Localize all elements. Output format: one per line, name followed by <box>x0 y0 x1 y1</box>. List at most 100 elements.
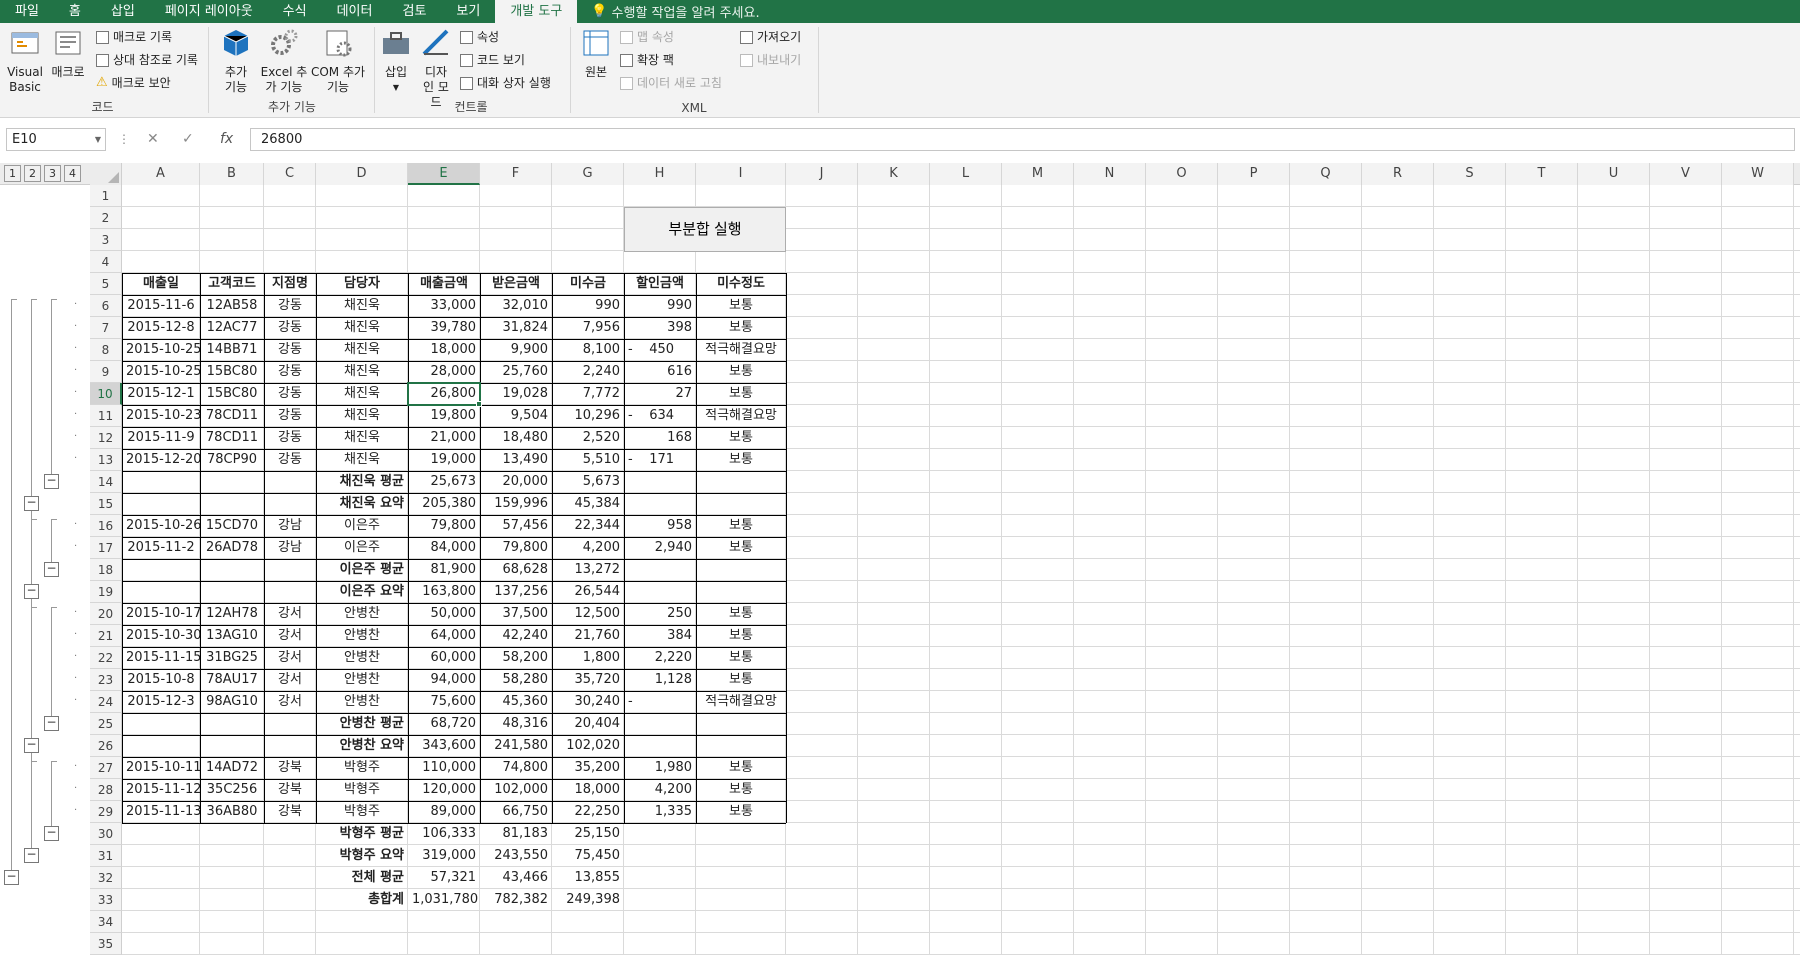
cell-G8[interactable]: 8,100 <box>552 339 624 361</box>
cell-D19[interactable]: 이은주 요약 <box>316 581 408 603</box>
cell-E18[interactable]: 81,900 <box>408 559 480 581</box>
cell-G33[interactable]: 249,398 <box>552 889 624 911</box>
row-header-17[interactable]: 17 <box>90 537 122 559</box>
cell-A20[interactable]: 2015-10-17 <box>122 603 200 625</box>
cell-G6[interactable]: 990 <box>552 295 624 317</box>
cell-B16[interactable]: 15CD70 <box>200 515 264 537</box>
tab-5[interactable]: 데이터 <box>322 0 388 23</box>
cell-I17[interactable]: 보통 <box>696 537 786 559</box>
row-header-15[interactable]: 15 <box>90 493 122 515</box>
cell-G31[interactable]: 75,450 <box>552 845 624 867</box>
cell-D7[interactable]: 채진욱 <box>316 317 408 339</box>
cell-D27[interactable]: 박형주 <box>316 757 408 779</box>
cell-I9[interactable]: 보통 <box>696 361 786 383</box>
cell-I12[interactable]: 보통 <box>696 427 786 449</box>
enter-icon[interactable]: ✓ <box>182 128 194 150</box>
cell-F28[interactable]: 102,000 <box>480 779 552 801</box>
cell-F8[interactable]: 9,900 <box>480 339 552 361</box>
cell-A9[interactable]: 2015-10-25 <box>122 361 200 383</box>
cell-H9[interactable]: 616 <box>624 361 696 383</box>
row-header-28[interactable]: 28 <box>90 779 122 801</box>
cell-H27[interactable]: 1,980 <box>624 757 696 779</box>
addins-button[interactable]: 추가 기능 <box>216 27 256 95</box>
insert-control-button[interactable]: 삽입 ▼ <box>378 27 414 95</box>
tab-8[interactable]: 개발 도구 <box>495 0 578 23</box>
cell-E12[interactable]: 21,000 <box>408 427 480 449</box>
collapse-level2-button[interactable]: − <box>24 738 39 753</box>
row-header-13[interactable]: 13 <box>90 449 122 471</box>
cell-D15[interactable]: 채진욱 요약 <box>316 493 408 515</box>
cell-D28[interactable]: 박형주 <box>316 779 408 801</box>
cell-B28[interactable]: 35C256 <box>200 779 264 801</box>
properties-button[interactable]: 속성 <box>460 27 499 47</box>
cell-F26[interactable]: 241,580 <box>480 735 552 757</box>
column-header-N[interactable]: N <box>1074 163 1146 185</box>
cell-F16[interactable]: 57,456 <box>480 515 552 537</box>
cell-G18[interactable]: 13,272 <box>552 559 624 581</box>
column-header-U[interactable]: U <box>1578 163 1650 185</box>
cell-C17[interactable]: 강남 <box>264 537 316 559</box>
cell-C11[interactable]: 강동 <box>264 405 316 427</box>
cell-H10[interactable]: 27 <box>624 383 696 405</box>
cell-I20[interactable]: 보통 <box>696 603 786 625</box>
cell-D30[interactable]: 박형주 평균 <box>316 823 408 845</box>
cell-I11[interactable]: 적극해결요망 <box>696 405 786 427</box>
cell-A13[interactable]: 2015-12-20 <box>122 449 200 471</box>
tab-2[interactable]: 삽입 <box>96 0 150 23</box>
cell-E19[interactable]: 163,800 <box>408 581 480 603</box>
row-header-30[interactable]: 30 <box>90 823 122 845</box>
cell-C13[interactable]: 강동 <box>264 449 316 471</box>
column-header-R[interactable]: R <box>1362 163 1434 185</box>
collapse-level3-button[interactable]: − <box>44 562 59 577</box>
row-header-21[interactable]: 21 <box>90 625 122 647</box>
select-all-corner[interactable] <box>90 163 122 185</box>
cell-C22[interactable]: 강서 <box>264 647 316 669</box>
cell-G9[interactable]: 2,240 <box>552 361 624 383</box>
tab-6[interactable]: 검토 <box>387 0 441 23</box>
cell-D6[interactable]: 채진욱 <box>316 295 408 317</box>
cell-G21[interactable]: 21,760 <box>552 625 624 647</box>
fill-handle[interactable] <box>476 401 482 407</box>
cell-H6[interactable]: 990 <box>624 295 696 317</box>
row-header-20[interactable]: 20 <box>90 603 122 625</box>
cell-E16[interactable]: 79,800 <box>408 515 480 537</box>
cell-G5[interactable]: 미수금 <box>552 273 624 295</box>
cell-D16[interactable]: 이은주 <box>316 515 408 537</box>
row-header-3[interactable]: 3 <box>90 229 122 251</box>
tab-0[interactable]: 파일 <box>0 0 54 23</box>
cell-F5[interactable]: 받은금액 <box>480 273 552 295</box>
cell-C24[interactable]: 강서 <box>264 691 316 713</box>
row-header-32[interactable]: 32 <box>90 867 122 889</box>
view-code-button[interactable]: 코드 보기 <box>460 50 525 70</box>
cell-D10[interactable]: 채진욱 <box>316 383 408 405</box>
cell-D21[interactable]: 안병찬 <box>316 625 408 647</box>
cell-B7[interactable]: 12AC77 <box>200 317 264 339</box>
com-addins-button[interactable]: COM 추가 기능 <box>310 27 366 95</box>
row-header-16[interactable]: 16 <box>90 515 122 537</box>
cell-A28[interactable]: 2015-11-12 <box>122 779 200 801</box>
cell-F14[interactable]: 20,000 <box>480 471 552 493</box>
cell-G15[interactable]: 45,384 <box>552 493 624 515</box>
cell-B5[interactable]: 고객코드 <box>200 273 264 295</box>
cell-E32[interactable]: 57,321 <box>408 867 480 889</box>
cell-B24[interactable]: 98AG10 <box>200 691 264 713</box>
insert-function-icon[interactable]: fx <box>220 128 233 150</box>
cell-E27[interactable]: 110,000 <box>408 757 480 779</box>
run-subtotal-button[interactable]: 부분합 실행 <box>624 207 786 252</box>
cell-H12[interactable]: 168 <box>624 427 696 449</box>
cell-F9[interactable]: 25,760 <box>480 361 552 383</box>
cell-A23[interactable]: 2015-10-8 <box>122 669 200 691</box>
cell-B11[interactable]: 78CD11 <box>200 405 264 427</box>
cell-D25[interactable]: 안병찬 평균 <box>316 713 408 735</box>
cell-G20[interactable]: 12,500 <box>552 603 624 625</box>
cell-H21[interactable]: 384 <box>624 625 696 647</box>
cell-H20[interactable]: 250 <box>624 603 696 625</box>
collapse-level2-button[interactable]: − <box>24 848 39 863</box>
row-header-25[interactable]: 25 <box>90 713 122 735</box>
cell-E13[interactable]: 19,000 <box>408 449 480 471</box>
export-button[interactable]: 내보내기 <box>740 50 801 70</box>
cell-D14[interactable]: 채진욱 평균 <box>316 471 408 493</box>
cell-G27[interactable]: 35,200 <box>552 757 624 779</box>
row-header-23[interactable]: 23 <box>90 669 122 691</box>
cell-F20[interactable]: 37,500 <box>480 603 552 625</box>
